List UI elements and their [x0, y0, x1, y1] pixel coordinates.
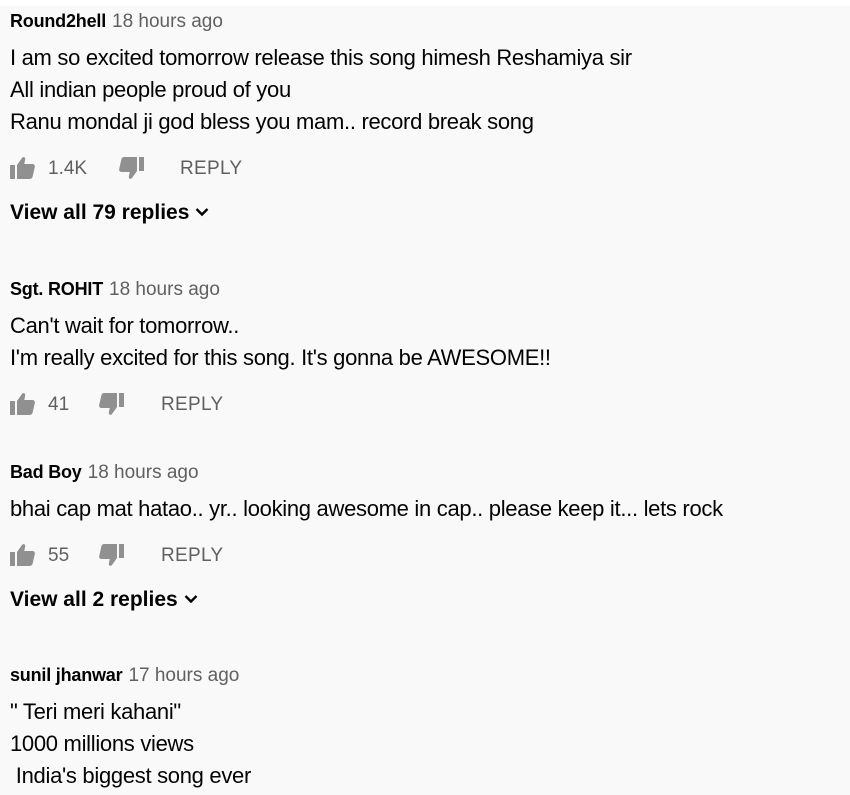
view-replies-label: View all 79 replies [10, 201, 190, 224]
comment-text: bhai cap mat hatao.. yr.. looking awesom… [10, 493, 840, 525]
thumb-down-icon[interactable] [98, 392, 126, 418]
thumb-down-icon[interactable] [118, 156, 146, 182]
reply-button[interactable]: REPLY [180, 154, 242, 184]
like-count: 55 [48, 545, 70, 566]
thumb-up-icon[interactable] [10, 156, 38, 182]
comment-line: I'm really excited for this song. It's g… [10, 345, 551, 370]
comment-thread-4: sunil jhanwar 17 hours ago " Teri meri ka… [10, 662, 840, 792]
chevron-down-icon [195, 196, 209, 226]
comment-time[interactable]: 17 hours ago [128, 665, 239, 686]
comment-line: 1000 millions views [10, 731, 194, 756]
comment-time[interactable]: 18 hours ago [112, 11, 223, 32]
comment-text: " Teri meri kahani" 1000 millions views … [10, 696, 840, 792]
comment-line: India's biggest song ever [10, 763, 252, 788]
reply-button[interactable]: REPLY [161, 541, 223, 571]
comment-line: " Teri meri kahani" [10, 699, 181, 724]
comment-author[interactable]: sunil jhanwar [10, 665, 123, 685]
reply-button[interactable]: REPLY [161, 390, 223, 420]
comment-text: I am so excited tomorrow release this so… [10, 42, 840, 138]
view-replies-label: View all 2 replies [10, 588, 178, 611]
thumb-up-icon[interactable] [10, 392, 38, 418]
comment-actions: 1.4K REPLY [10, 154, 840, 184]
thumb-up-icon[interactable] [10, 543, 38, 569]
comment-author[interactable]: Round2hell [10, 11, 106, 31]
comment-line: bhai cap mat hatao.. yr.. looking awesom… [10, 496, 723, 521]
comment-line: All indian people proud of you [10, 77, 291, 102]
comment-actions: 41 REPLY [10, 390, 840, 420]
comment-actions: 55 REPLY [10, 541, 840, 571]
comment-header: Sgt. ROHIT 18 hours ago [10, 276, 840, 302]
chevron-down-icon [184, 583, 198, 613]
comment-thread-3: Bad Boy 18 hours ago bhai cap mat hatao..… [10, 459, 840, 615]
comment-header: sunil jhanwar 17 hours ago [10, 662, 840, 688]
like-count: 41 [48, 394, 70, 415]
comment-header: Round2hell 18 hours ago [10, 8, 840, 34]
view-replies-button[interactable]: View all 2 replies [10, 585, 198, 615]
comment-time[interactable]: 18 hours ago [88, 462, 199, 483]
comment-line: I am so excited tomorrow release this so… [10, 45, 632, 70]
comment-header: Bad Boy 18 hours ago [10, 459, 840, 485]
comment-line: Can't wait for tomorrow.. [10, 313, 240, 338]
top-divider [0, 0, 850, 6]
thumb-down-icon[interactable] [98, 543, 126, 569]
comment-author[interactable]: Sgt. ROHIT [10, 279, 103, 299]
view-replies-button[interactable]: View all 79 replies [10, 198, 209, 228]
like-count: 1.4K [48, 158, 88, 179]
comment-author[interactable]: Bad Boy [10, 462, 82, 482]
comment-thread-2: Sgt. ROHIT 18 hours ago Can't wait for to… [10, 276, 840, 420]
comment-time[interactable]: 18 hours ago [109, 279, 220, 300]
comment-text: Can't wait for tomorrow.. I'm really exc… [10, 310, 840, 374]
comment-thread-1: Round2hell 18 hours ago I am so excited t… [10, 8, 840, 228]
comment-line: Ranu mondal ji god bless you mam.. recor… [10, 109, 534, 134]
